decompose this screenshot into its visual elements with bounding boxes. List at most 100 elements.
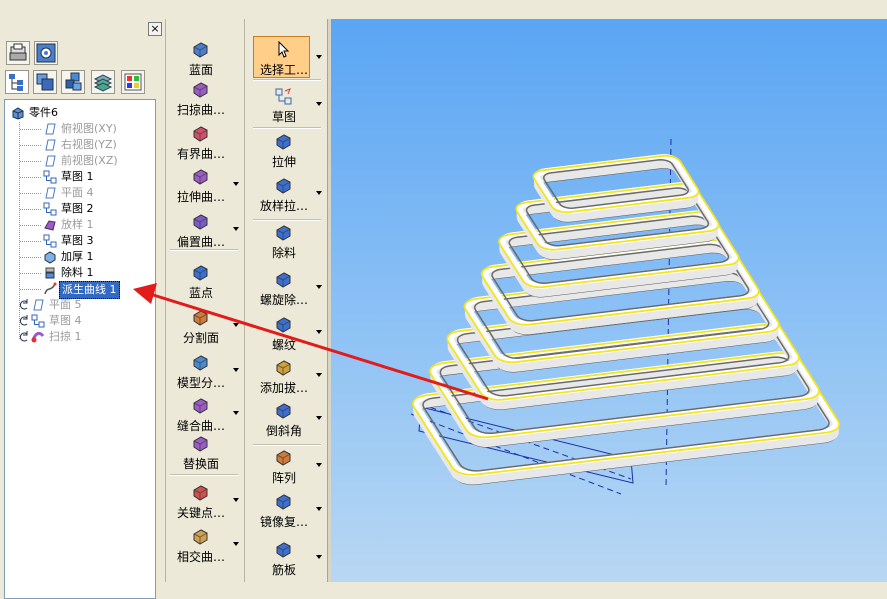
chevron-down-icon[interactable] bbox=[233, 182, 239, 186]
toolbar-button[interactable]: 筋板 bbox=[249, 541, 319, 581]
helix-cutout-icon bbox=[275, 271, 292, 288]
tree-node-label: 平面 4 bbox=[61, 186, 94, 199]
toolbar-button[interactable]: 缝合曲… bbox=[166, 397, 236, 437]
toolbar-button[interactable]: 蓝面 bbox=[166, 41, 236, 81]
toolbar-button-label: 放样拉… bbox=[259, 199, 308, 213]
chevron-down-icon[interactable] bbox=[233, 542, 239, 546]
toolbar-button-label: 螺旋除… bbox=[259, 293, 308, 307]
tree-guide-line bbox=[20, 193, 41, 194]
mirror-icon bbox=[275, 493, 292, 510]
toolbar-button[interactable]: 放样拉… bbox=[249, 177, 319, 217]
parts-icon[interactable] bbox=[33, 70, 57, 94]
tree-node-label: 草图 1 bbox=[61, 170, 94, 183]
extruded-surface-icon bbox=[192, 168, 209, 185]
blue-dot-icon bbox=[192, 264, 209, 281]
settings-icon[interactable] bbox=[34, 41, 58, 65]
layers-icon[interactable] bbox=[91, 70, 115, 94]
thicken-icon bbox=[43, 250, 57, 264]
rib-icon bbox=[275, 541, 292, 558]
toolbar-separator bbox=[253, 79, 321, 81]
chevron-down-icon[interactable] bbox=[233, 227, 239, 231]
sketch-tool-icon bbox=[275, 88, 292, 105]
toolbar-button[interactable]: 螺旋除… bbox=[249, 271, 319, 311]
stitch-surface-icon bbox=[192, 397, 209, 414]
select-cursor-icon bbox=[275, 40, 292, 58]
toolbar-button[interactable]: 倒斜角 bbox=[249, 402, 319, 442]
rollback-arrow-icon[interactable] bbox=[19, 297, 29, 313]
draft-icon bbox=[275, 359, 292, 376]
toolbar-button-label: 拉伸曲… bbox=[176, 190, 225, 204]
sketch-icon bbox=[43, 234, 57, 248]
chevron-down-icon[interactable] bbox=[233, 498, 239, 502]
toolbar-button-label: 蓝面 bbox=[188, 63, 213, 77]
toolbar-button[interactable]: 相交曲… bbox=[166, 528, 236, 568]
chevron-down-icon[interactable] bbox=[316, 416, 322, 420]
plane-icon bbox=[43, 154, 57, 168]
toolbar-button[interactable]: 草图 bbox=[249, 88, 319, 128]
toolbar-button[interactable]: 拉伸 bbox=[249, 133, 319, 173]
toolbar-button[interactable]: 蓝点 bbox=[166, 264, 236, 304]
chevron-down-icon[interactable] bbox=[233, 323, 239, 327]
toolbar-button[interactable]: 偏置曲… bbox=[166, 213, 236, 253]
graphics-viewport[interactable] bbox=[331, 19, 887, 582]
chevron-down-icon[interactable] bbox=[316, 330, 322, 334]
bounded-surface-icon bbox=[192, 125, 209, 142]
sketch-icon bbox=[43, 202, 57, 216]
printer-icon[interactable] bbox=[6, 41, 30, 65]
toolbar-button[interactable]: 分割面 bbox=[166, 309, 236, 349]
toolbar-button-label: 倒斜角 bbox=[265, 424, 302, 438]
chevron-down-icon[interactable] bbox=[233, 368, 239, 372]
toolbar-button[interactable]: 有界曲… bbox=[166, 125, 236, 165]
feature-toolbar: 选择工… 草图拉伸放样拉… 除料螺旋除… 螺纹 添加拔… 倒斜角阵列镜像复… 筋板 bbox=[249, 19, 327, 582]
toolbar-button-label: 扫掠曲… bbox=[176, 103, 225, 117]
toolbar-button-label: 缝合曲… bbox=[176, 419, 225, 433]
toolbar-button-label: 模型分… bbox=[176, 376, 225, 390]
chevron-down-icon[interactable] bbox=[316, 191, 322, 195]
rollback-arrow-icon[interactable] bbox=[19, 313, 29, 329]
cutout-icon bbox=[275, 224, 292, 241]
tree-guide-line bbox=[19, 122, 20, 339]
toolbar-button[interactable]: 模型分… bbox=[166, 354, 236, 394]
assembly-icon[interactable] bbox=[61, 70, 85, 94]
toolbar-button[interactable]: 扫掠曲… bbox=[166, 81, 236, 121]
chevron-down-icon[interactable] bbox=[316, 507, 322, 511]
toolbar-button[interactable]: 关键点… bbox=[166, 484, 236, 524]
feature-tree-icon[interactable] bbox=[5, 70, 29, 94]
model-split-icon bbox=[192, 354, 209, 371]
toolbar-button-label: 筋板 bbox=[271, 563, 296, 577]
toolbar-separator bbox=[253, 219, 321, 221]
toolbar-button[interactable]: 镜像复… bbox=[249, 493, 319, 533]
sketch-icon bbox=[43, 170, 57, 184]
tree-node-label: 前视图(XZ) bbox=[61, 154, 118, 167]
toolbar-button[interactable]: 除料 bbox=[249, 224, 319, 264]
toolbar-button[interactable]: 选择工… bbox=[249, 40, 319, 81]
tree-guide-line bbox=[20, 257, 41, 258]
chevron-down-icon[interactable] bbox=[316, 555, 322, 559]
plane-icon bbox=[31, 298, 45, 312]
part-icon bbox=[11, 106, 25, 120]
chevron-down-icon[interactable] bbox=[316, 55, 322, 59]
close-icon[interactable]: × bbox=[148, 22, 162, 36]
toolbar-button-label: 草图 bbox=[271, 110, 296, 124]
chevron-down-icon[interactable] bbox=[233, 411, 239, 415]
swept-surface-icon bbox=[192, 81, 209, 98]
toolbar-button-label: 阵列 bbox=[271, 471, 296, 485]
toolbar-button[interactable]: 螺纹 bbox=[249, 316, 319, 356]
toolbar-button[interactable]: 添加拔… bbox=[249, 359, 319, 399]
palette-icon[interactable] bbox=[121, 70, 145, 94]
sweep-icon bbox=[31, 330, 45, 344]
toolbar-button[interactable]: 拉伸曲… bbox=[166, 168, 236, 208]
rollback-arrow-icon[interactable] bbox=[19, 329, 29, 345]
thread-icon bbox=[275, 316, 292, 333]
chevron-down-icon[interactable] bbox=[316, 463, 322, 467]
chevron-down-icon[interactable] bbox=[316, 373, 322, 377]
toolbar-separator bbox=[170, 474, 238, 476]
chevron-down-icon[interactable] bbox=[316, 102, 322, 106]
tree-node-label: 右视图(YZ) bbox=[61, 138, 117, 151]
toolbar-separator bbox=[253, 444, 321, 446]
toolbar-button[interactable]: 替换面 bbox=[166, 435, 236, 475]
plane-icon bbox=[43, 186, 57, 200]
chevron-down-icon[interactable] bbox=[316, 285, 322, 289]
toolbar-button[interactable]: 阵列 bbox=[249, 449, 319, 489]
tree-node-label: 除料 1 bbox=[61, 266, 94, 279]
